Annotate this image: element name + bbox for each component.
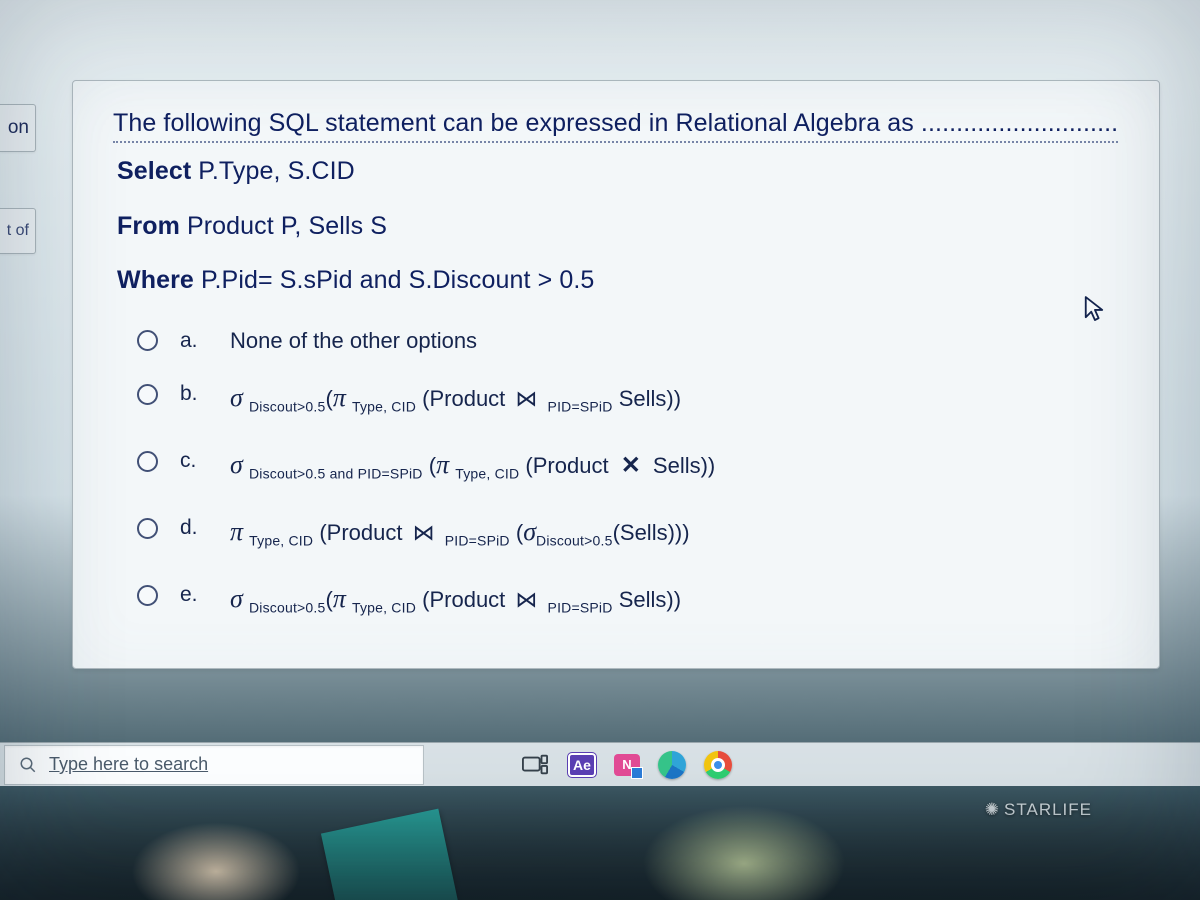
option-c-sigma-sub: Discout>0.5 and PID=SPiD — [249, 465, 423, 481]
radio-e[interactable] — [137, 585, 158, 606]
option-e-sigma-sub: Discout>0.5 — [249, 599, 326, 615]
option-a-letter: a. — [180, 329, 208, 353]
desk-sticky-note — [321, 809, 459, 900]
option-a-text: None of the other options — [230, 328, 477, 354]
sigma-symbol: σ — [230, 569, 243, 622]
radio-c[interactable] — [137, 451, 158, 472]
question-intro-text: The following SQL statement can be expre… — [113, 109, 1118, 143]
pi-symbol: π — [333, 368, 346, 421]
task-view-button[interactable] — [520, 750, 550, 780]
sql-where-pred: P.Pid= S.sPid and S.Discount > 0.5 — [194, 266, 595, 294]
options-group: a. None of the other options b. σ Discou… — [113, 328, 1119, 622]
option-b-join-sub: PID=SPiD — [548, 398, 613, 414]
option-d-left-rel: Product — [327, 520, 403, 545]
option-e-pi-sub: Type, CID — [352, 599, 416, 615]
option-d-sigma-sub: Discout>0.5 — [536, 532, 613, 548]
after-effects-icon[interactable]: Ae — [568, 753, 596, 777]
option-c-right-rel: Sells — [653, 453, 701, 478]
sql-select-kw: Select — [117, 157, 191, 185]
radio-d[interactable] — [137, 518, 158, 539]
sql-select-cols: P.Type, S.CID — [191, 157, 355, 185]
option-c-pi-sub: Type, CID — [455, 465, 519, 481]
option-c-left-rel: Product — [533, 453, 609, 478]
option-b-sigma-sub: Discout>0.5 — [249, 398, 326, 414]
sigma-symbol: σ — [523, 502, 536, 555]
sql-from-tables: Product P, Sells S — [180, 212, 387, 240]
natural-join-icon: ⋈ — [409, 507, 439, 553]
option-c[interactable]: c. σ Discout>0.5 and PID=SPiD (π Type, C… — [137, 435, 1119, 488]
taskbar-icons: Ae N — [520, 750, 732, 780]
onenote-icon[interactable]: N — [614, 754, 640, 776]
cartesian-product-icon: ✕ — [615, 452, 647, 479]
nav-fragment-tof[interactable]: t of — [0, 208, 36, 254]
option-e-right-rel: Sells — [619, 587, 667, 612]
gear-icon: ✺ — [985, 800, 1000, 820]
radio-b[interactable] — [137, 384, 158, 405]
option-e-letter: e. — [180, 583, 208, 607]
option-e-expression: σ Discout>0.5(π Type, CID (Product ⋈ PID… — [230, 569, 681, 622]
option-a[interactable]: a. None of the other options — [137, 328, 1119, 354]
nav-fragment-on-label: on — [8, 117, 29, 139]
sql-block: Select P.Type, S.CID From Product P, Sel… — [113, 150, 1119, 302]
option-b-left-rel: Product — [429, 386, 505, 411]
taskbar: Type here to search Ae N — [0, 742, 1200, 786]
option-d-inner-rel: Sells — [620, 520, 668, 545]
taskbar-search-placeholder: Type here to search — [49, 754, 208, 775]
taskbar-search[interactable]: Type here to search — [4, 745, 424, 785]
option-c-letter: c. — [180, 449, 208, 473]
tv-watermark-text: STARLIFE — [1004, 800, 1092, 819]
tv-watermark: ✺STARLIFE — [985, 800, 1092, 820]
option-e[interactable]: e. σ Discout>0.5(π Type, CID (Product ⋈ … — [137, 569, 1119, 622]
pi-symbol: π — [436, 435, 449, 488]
option-b-right-rel: Sells — [619, 386, 667, 411]
option-e-join-sub: PID=SPiD — [548, 599, 613, 615]
question-card: The following SQL statement can be expre… — [72, 80, 1160, 669]
natural-join-icon: ⋈ — [511, 373, 541, 419]
option-e-left-rel: Product — [429, 587, 505, 612]
option-c-expression: σ Discout>0.5 and PID=SPiD (π Type, CID … — [230, 435, 715, 488]
sigma-symbol: σ — [230, 368, 243, 421]
mouse-cursor-icon — [1083, 295, 1105, 323]
search-icon — [19, 756, 37, 774]
option-d-expression: π Type, CID (Product ⋈ PID=SPiD (σDiscou… — [230, 502, 690, 555]
question-intro: The following SQL statement can be expre… — [113, 109, 1119, 138]
option-b-pi-sub: Type, CID — [352, 398, 416, 414]
nav-fragment-on[interactable]: on — [0, 104, 36, 152]
nav-fragment-tof-label: t of — [7, 222, 29, 240]
sql-where-kw: Where — [117, 266, 194, 294]
option-d-join-sub: PID=SPiD — [445, 532, 510, 548]
option-d[interactable]: d. π Type, CID (Product ⋈ PID=SPiD (σDis… — [137, 502, 1119, 555]
radio-a[interactable] — [137, 330, 158, 351]
edge-browser-icon[interactable] — [658, 751, 686, 779]
natural-join-icon: ⋈ — [511, 574, 541, 620]
chrome-browser-icon[interactable] — [704, 751, 732, 779]
pi-symbol: π — [333, 569, 346, 622]
pi-symbol: π — [230, 502, 243, 555]
option-d-pi-sub: Type, CID — [249, 532, 313, 548]
option-d-letter: d. — [180, 516, 208, 540]
option-b-expression: σ Discout>0.5(π Type, CID (Product ⋈ PID… — [230, 368, 681, 421]
option-b[interactable]: b. σ Discout>0.5(π Type, CID (Product ⋈ … — [137, 368, 1119, 421]
sql-from-kw: From — [117, 212, 180, 240]
option-b-letter: b. — [180, 382, 208, 406]
sigma-symbol: σ — [230, 435, 243, 488]
